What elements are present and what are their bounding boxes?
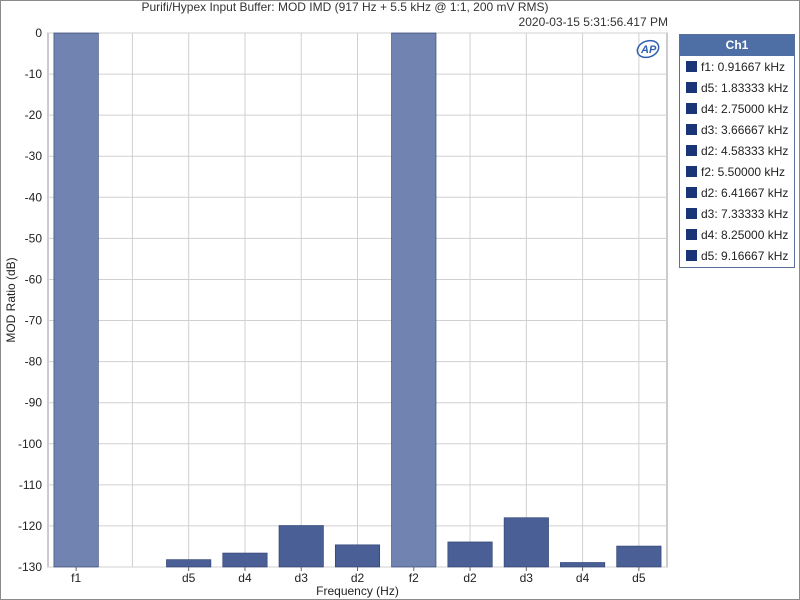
ap-logo-icon: AP: [636, 39, 660, 59]
x-tick-label: d5: [632, 571, 646, 585]
y-tick-label: -50: [25, 231, 43, 245]
x-tick-label: d5: [182, 571, 196, 585]
y-tick-label: -100: [18, 437, 42, 451]
bar-f1-0: [53, 32, 99, 568]
x-tick-label: d2: [463, 571, 477, 585]
y-tick-label: -90: [25, 396, 43, 410]
y-tick-label: -80: [25, 355, 43, 369]
legend-item: d3: 3.66667 kHz: [680, 119, 794, 140]
x-tick-label: d4: [576, 571, 590, 585]
y-tick-label: -110: [19, 478, 42, 492]
bar-f2-6: [391, 32, 437, 568]
y-tick-label: 0: [35, 26, 42, 40]
legend-item: f1: 0.91667 kHz: [680, 56, 794, 77]
bar-d4-3: [222, 552, 268, 568]
svg-text:AP: AP: [640, 44, 657, 56]
legend-label: d5: 9.16667 kHz: [701, 248, 789, 263]
legend-swatch: [686, 124, 697, 135]
x-tick-label: d3: [520, 571, 534, 585]
legend-label: d3: 3.66667 kHz: [701, 122, 789, 137]
legend-item: d2: 6.41667 kHz: [680, 182, 794, 203]
legend-item: d4: 2.75000 kHz: [680, 98, 794, 119]
legend-item: d2: 4.58333 kHz: [680, 140, 794, 161]
y-tick-label: -70: [25, 314, 43, 328]
x-tick-label: f2: [409, 571, 419, 585]
legend-label: d2: 4.58333 kHz: [701, 143, 789, 158]
legend-swatch: [686, 229, 697, 240]
legend-item: d4: 8.25000 kHz: [680, 224, 794, 245]
bar-d4-9: [560, 562, 606, 568]
y-tick-label: -10: [25, 67, 43, 81]
legend-title: Ch1: [680, 35, 794, 56]
bar-d5-10: [616, 545, 662, 568]
legend-swatch: [686, 208, 697, 219]
legend-item: f2: 5.50000 kHz: [680, 161, 794, 182]
legend-label: f1: 0.91667 kHz: [701, 59, 786, 74]
y-tick-label: -60: [25, 272, 43, 286]
legend-label: d5: 1.83333 kHz: [701, 80, 789, 95]
x-tick-label: d4: [238, 571, 252, 585]
legend-swatch: [686, 187, 697, 198]
legend-swatch: [686, 61, 697, 72]
legend-swatch: [686, 145, 697, 156]
x-tick-label: d2: [351, 571, 365, 585]
x-tick-label: d3: [295, 571, 309, 585]
x-tick-label: f1: [71, 571, 81, 585]
legend-item: d5: 1.83333 kHz: [680, 77, 794, 98]
legend-label: d3: 7.33333 kHz: [701, 206, 789, 221]
legend-swatch: [686, 250, 697, 261]
legend-item: d5: 9.16667 kHz: [680, 245, 794, 266]
y-tick-label: -20: [25, 108, 43, 122]
legend: Ch1 f1: 0.91667 kHz d5: 1.83333 kHz d4: 2.…: [679, 34, 795, 268]
y-tick-label: -120: [18, 519, 42, 533]
legend-label: d4: 8.25000 kHz: [701, 227, 789, 242]
x-axis-label: Frequency (Hz): [316, 584, 399, 598]
y-tick-label: -130: [18, 560, 42, 574]
bar-d2-7: [447, 541, 493, 568]
legend-swatch: [686, 103, 697, 114]
legend-label: d4: 2.75000 kHz: [701, 101, 789, 116]
y-tick-label: -30: [25, 149, 43, 163]
bar-d3-8: [503, 517, 549, 568]
legend-label: d2: 6.41667 kHz: [701, 185, 789, 200]
legend-swatch: [686, 166, 697, 177]
bar-d2-5: [334, 544, 381, 568]
bar-d3-4: [278, 525, 324, 568]
legend-label: f2: 5.50000 kHz: [701, 164, 786, 179]
bar-d5-2: [166, 559, 212, 568]
legend-item: d3: 7.33333 kHz: [680, 203, 794, 224]
y-tick-label: -40: [25, 190, 43, 204]
y-axis-label: MOD Ratio (dB): [4, 257, 18, 342]
legend-swatch: [686, 82, 697, 93]
